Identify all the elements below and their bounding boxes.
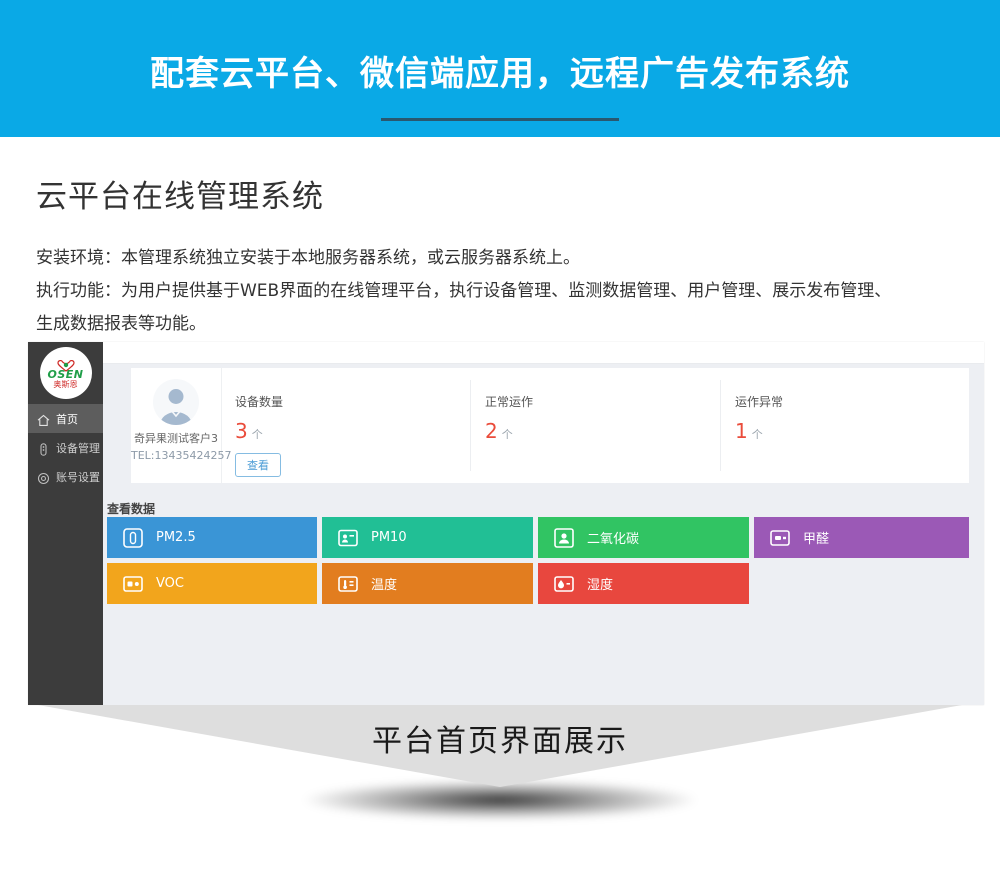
intro-section: 云平台在线管理系统 安装环境：本管理系统独立安装于本地服务器系统，或云服务器系统… xyxy=(36,137,966,341)
formaldehyde-icon xyxy=(770,528,790,548)
stat-running-abnormal: 运作异常 1个 xyxy=(735,368,783,483)
pm10-icon xyxy=(338,528,358,548)
pm25-icon xyxy=(123,528,143,548)
platform-screenshot: OSEN 奥斯恩 首页 设备管理 xyxy=(28,342,984,705)
view-data-label: 查看数据 xyxy=(107,500,155,517)
tiles-row-1: PM2.5 PM10 二氧化碳 xyxy=(107,517,969,558)
divider xyxy=(470,380,471,471)
stat-label: 设备数量 xyxy=(235,393,283,410)
stat-value: 1个 xyxy=(735,419,783,443)
sidebar-item-label: 账号设置 xyxy=(56,469,100,485)
main-area: 奇异果测试客户3 TEL:13435424257 设备数量 3个 查看 正常运作 xyxy=(103,342,984,705)
sidebar: OSEN 奥斯恩 首页 设备管理 xyxy=(28,342,103,705)
tile-label: 温度 xyxy=(371,574,397,593)
caption-banner: 平台首页界面展示 xyxy=(38,705,962,787)
page-title: 云平台在线管理系统 xyxy=(36,171,966,216)
tile-label: VOC xyxy=(156,576,184,591)
settings-icon xyxy=(37,470,50,483)
stat-running-normal: 正常运作 2个 xyxy=(485,368,533,483)
sidebar-item-devices[interactable]: 设备管理 xyxy=(28,433,103,462)
page: 配套云平台、微信端应用，远程广告发布系统 云平台在线管理系统 安装环境：本管理系… xyxy=(0,0,1000,870)
app-content: 奇异果测试客户3 TEL:13435424257 设备数量 3个 查看 正常运作 xyxy=(103,364,984,705)
stat-unit: 个 xyxy=(252,428,263,441)
tile-label: 甲醛 xyxy=(803,528,829,547)
humidity-icon xyxy=(554,574,574,594)
stat-device-count: 设备数量 3个 查看 xyxy=(235,368,283,483)
summary-card: 奇异果测试客户3 TEL:13435424257 设备数量 3个 查看 正常运作 xyxy=(131,368,969,483)
sidebar-item-label: 首页 xyxy=(56,411,78,427)
temperature-icon xyxy=(338,574,358,594)
view-button[interactable]: 查看 xyxy=(235,453,281,477)
stat-unit: 个 xyxy=(502,428,513,441)
sidebar-item-account[interactable]: 账号设置 xyxy=(28,462,103,491)
tile-voc[interactable]: VOC xyxy=(107,563,317,604)
tile-label: PM10 xyxy=(371,530,407,545)
stat-value: 3个 xyxy=(235,419,283,443)
tile-co2[interactable]: 二氧化碳 xyxy=(538,517,749,558)
user-profile: 奇异果测试客户3 TEL:13435424257 xyxy=(131,368,222,483)
logo-heart-icon xyxy=(57,357,75,369)
stat-number: 2 xyxy=(485,419,498,443)
device-icon xyxy=(37,441,50,454)
customer-tel: TEL:13435424257 xyxy=(131,449,221,462)
stat-label: 正常运作 xyxy=(485,393,533,410)
sidebar-item-label: 设备管理 xyxy=(56,440,100,456)
app-topbar xyxy=(103,342,984,364)
tile-label: PM2.5 xyxy=(156,530,196,545)
tile-temperature[interactable]: 温度 xyxy=(322,563,533,604)
intro-line-2: 执行功能：为用户提供基于WEB界面的在线管理平台，执行设备管理、监测数据管理、用… xyxy=(36,275,966,308)
intro-line-3: 生成数据报表等功能。 xyxy=(36,308,966,341)
logo-wrap: OSEN 奥斯恩 xyxy=(28,342,103,402)
co2-icon xyxy=(554,528,574,548)
stat-label: 运作异常 xyxy=(735,393,783,410)
banner-underline xyxy=(381,118,619,121)
tile-pm10[interactable]: PM10 xyxy=(322,517,533,558)
stat-number: 1 xyxy=(735,419,748,443)
caption-text: 平台首页界面展示 xyxy=(372,716,628,760)
tile-pm25[interactable]: PM2.5 xyxy=(107,517,317,558)
tile-label: 湿度 xyxy=(587,574,613,593)
banner-title: 配套云平台、微信端应用，远程广告发布系统 xyxy=(0,0,1000,95)
customer-name: 奇异果测试客户3 xyxy=(131,430,221,446)
stat-number: 3 xyxy=(235,419,248,443)
sidebar-item-home[interactable]: 首页 xyxy=(28,404,103,433)
osen-logo: OSEN 奥斯恩 xyxy=(40,347,92,399)
avatar xyxy=(153,379,199,425)
tile-humidity[interactable]: 湿度 xyxy=(538,563,749,604)
stat-unit: 个 xyxy=(752,428,763,441)
home-icon xyxy=(37,412,50,425)
tile-formaldehyde[interactable]: 甲醛 xyxy=(754,517,969,558)
logo-sub-text: 奥斯恩 xyxy=(53,380,77,389)
divider xyxy=(720,380,721,471)
sidebar-menu: 首页 设备管理 账号设置 xyxy=(28,404,103,491)
tiles-row-2: VOC 温度 湿度 xyxy=(107,563,749,604)
stat-value: 2个 xyxy=(485,419,533,443)
tile-label: 二氧化碳 xyxy=(587,528,639,547)
voc-icon xyxy=(123,574,143,594)
top-banner: 配套云平台、微信端应用，远程广告发布系统 xyxy=(0,0,1000,137)
intro-line-1: 安装环境：本管理系统独立安装于本地服务器系统，或云服务器系统上。 xyxy=(36,242,966,275)
